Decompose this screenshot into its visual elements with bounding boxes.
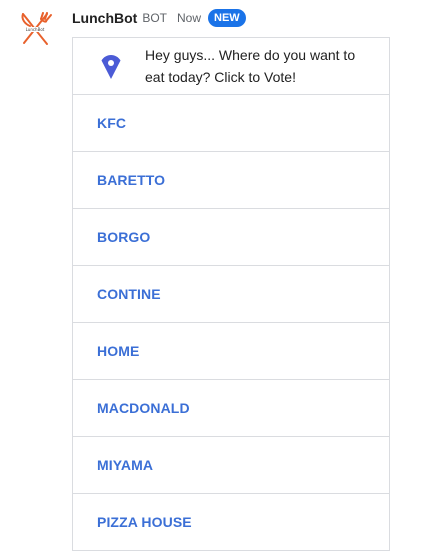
sender-name[interactable]: LunchBot	[72, 10, 137, 26]
new-badge: NEW	[208, 9, 246, 27]
vote-option-kfc[interactable]: KFC	[73, 95, 389, 152]
card-header: Hey guys... Where do you want to eat tod…	[73, 38, 389, 95]
location-pin-icon	[101, 55, 121, 79]
vote-option-macdonald[interactable]: MACDONALD	[73, 380, 389, 437]
timestamp: Now	[177, 11, 202, 25]
vote-option-borgo[interactable]: BORGO	[73, 209, 389, 266]
card-prompt-text: Hey guys... Where do you want to eat tod…	[145, 47, 356, 85]
chat-message: LunchBot LunchBot BOT Now NEW Hey guys..…	[0, 0, 435, 560]
vote-option-contine[interactable]: CONTINE	[73, 266, 389, 323]
vote-option-baretto[interactable]: BARETTO	[73, 152, 389, 209]
avatar[interactable]: LunchBot	[16, 10, 54, 48]
crossed-fork-knife-icon: LunchBot	[21, 12, 52, 45]
vote-option-pizza-house[interactable]: PIZZA HOUSE	[73, 494, 389, 551]
vote-option-miyama[interactable]: MIYAMA	[73, 437, 389, 494]
svg-text:LunchBot: LunchBot	[26, 27, 45, 32]
vote-option-home[interactable]: HOME	[73, 323, 389, 380]
bot-tag: BOT	[142, 11, 167, 25]
vote-options-list: KFC BARETTO BORGO CONTINE HOME MACDONALD…	[73, 95, 389, 551]
message-header: LunchBot BOT Now NEW	[72, 8, 246, 28]
vote-card: Hey guys... Where do you want to eat tod…	[72, 37, 390, 551]
